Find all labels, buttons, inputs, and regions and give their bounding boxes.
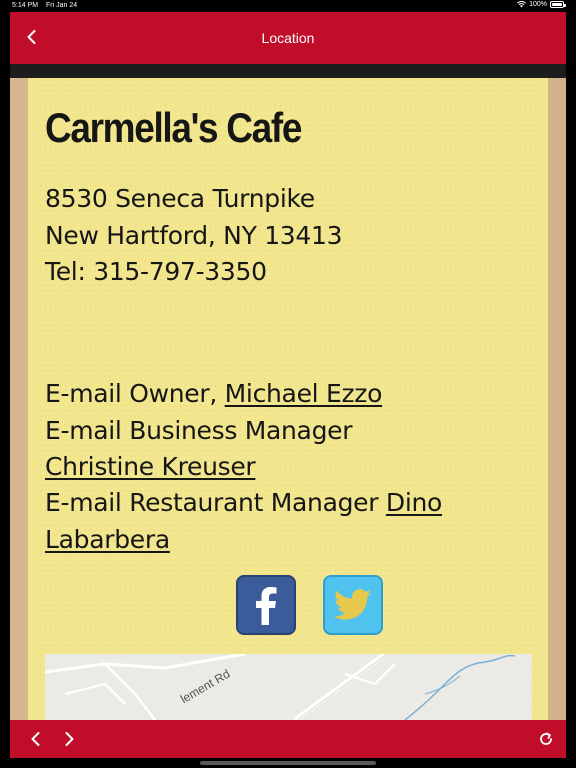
owner-email-link[interactable]: Michael Ezzo	[225, 379, 383, 408]
battery-percent: 100%	[529, 1, 547, 8]
facebook-button[interactable]	[236, 575, 296, 635]
home-indicator[interactable]	[200, 761, 376, 765]
screen: 5:14 PM Fri Jan 24 100% Location Carmell…	[0, 0, 576, 768]
phone-number: Tel: 315-797-3350	[45, 257, 267, 286]
map-roads	[45, 654, 532, 720]
refresh-icon[interactable]	[538, 731, 554, 747]
status-time: 5:14 PM	[12, 2, 39, 9]
business-manager-label: E-mail Business Manager	[45, 416, 353, 445]
bottom-toolbar	[10, 720, 566, 758]
map-view[interactable]	[45, 654, 532, 720]
page-title: Location	[261, 30, 315, 46]
wifi-icon	[517, 1, 527, 8]
restaurant-manager-email-link-first[interactable]: Dino	[386, 488, 442, 517]
restaurant-manager-line: E-mail Restaurant Manager Dino	[45, 490, 442, 515]
status-right: 100%	[517, 1, 566, 8]
restaurant-manager-label: E-mail Restaurant Manager	[45, 488, 386, 517]
status-date: Fri Jan 24	[46, 2, 78, 9]
facebook-icon	[256, 587, 277, 625]
restaurant-manager-line-2: Labarbera	[45, 527, 170, 552]
browser-back-icon[interactable]	[28, 731, 44, 747]
browser-forward-icon[interactable]	[61, 731, 77, 747]
owner-email-line: E-mail Owner, Michael Ezzo	[45, 381, 382, 406]
address-line-2: New Hartford, NY 13413	[45, 221, 343, 250]
twitter-button[interactable]	[323, 575, 383, 635]
header: Location	[10, 12, 566, 64]
owner-label: E-mail Owner,	[45, 379, 225, 408]
cafe-name: Carmella's Cafe	[45, 104, 302, 151]
twitter-icon	[334, 589, 372, 620]
battery-icon	[550, 1, 566, 8]
status-bar: 5:14 PM Fri Jan 24 100%	[0, 0, 576, 12]
business-manager-email-link[interactable]: Christine Kreuser	[45, 452, 256, 481]
business-manager-line: Christine Kreuser	[45, 452, 256, 481]
restaurant-manager-email-link-last[interactable]: Labarbera	[45, 525, 170, 554]
header-divider	[10, 64, 566, 78]
address-line-1: 8530 Seneca Turnpike	[45, 184, 315, 213]
